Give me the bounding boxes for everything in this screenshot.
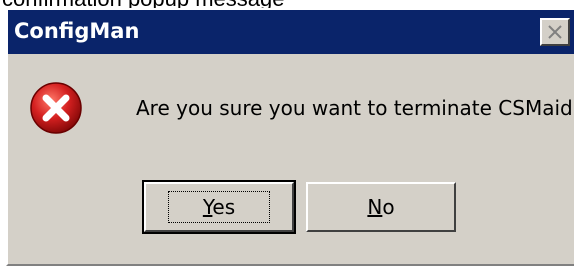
yes-label-rest: es	[212, 195, 236, 219]
no-label-rest: o	[382, 195, 395, 219]
title-bar[interactable]: ConfigMan	[8, 10, 574, 54]
no-button[interactable]: No	[306, 182, 456, 232]
error-icon	[28, 80, 84, 136]
confirmation-dialog: ConfigMan Are you sure you want to termi…	[6, 8, 574, 266]
yes-accelerator: Y	[202, 195, 213, 219]
close-button[interactable]	[540, 18, 570, 46]
no-accelerator: N	[367, 195, 383, 219]
no-button-label: No	[367, 195, 394, 219]
dialog-title: ConfigMan	[14, 19, 140, 43]
yes-button[interactable]: Yes	[142, 180, 296, 234]
close-icon	[548, 25, 562, 39]
dialog-message: Are you sure you want to terminate CSMai…	[136, 96, 574, 120]
yes-button-label: Yes	[167, 191, 271, 223]
